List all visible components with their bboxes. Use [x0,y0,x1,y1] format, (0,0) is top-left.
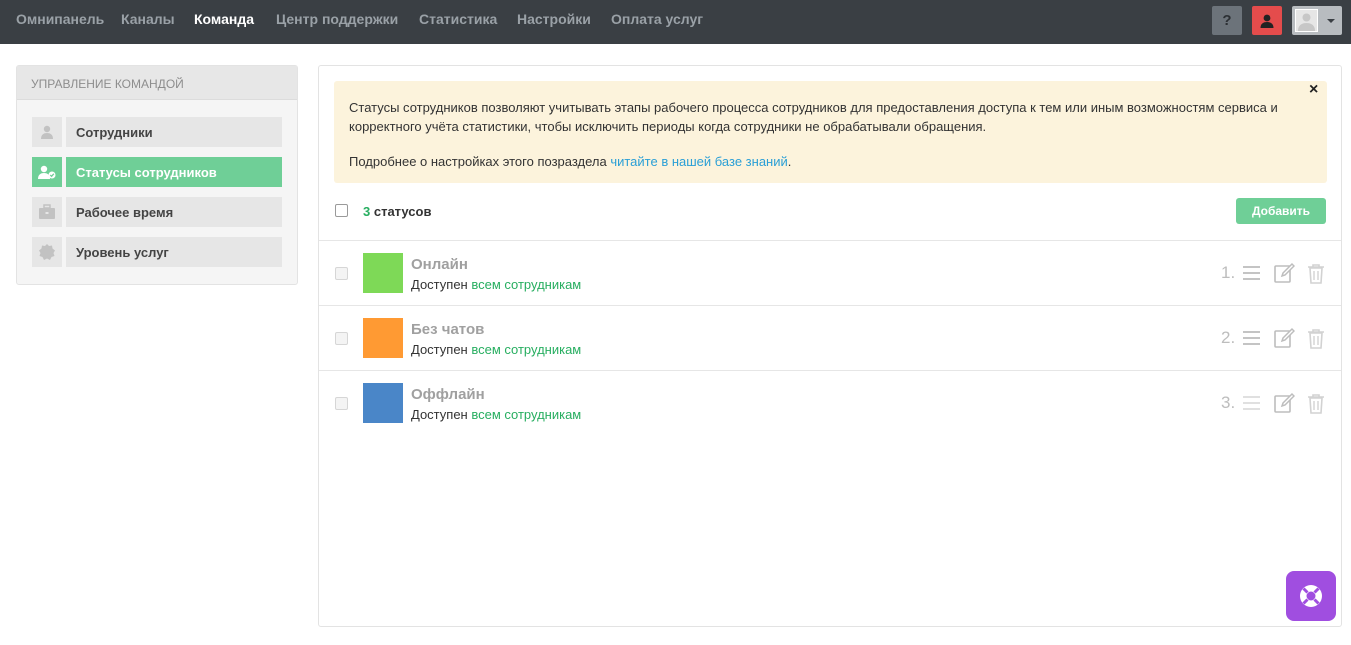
help-button[interactable]: ? [1212,6,1242,35]
row-checkbox[interactable] [335,267,348,280]
sidebar-item-label: Сотрудники [66,117,282,147]
status-name: Онлайн [411,256,468,273]
trash-icon[interactable] [1305,392,1327,414]
availability-prefix: Доступен [411,342,472,357]
nav-team[interactable]: Команда [194,11,254,27]
add-button[interactable]: Добавить [1236,198,1326,224]
nav-billing[interactable]: Оплата услуг [611,11,703,27]
trash-icon[interactable] [1305,327,1327,349]
edit-icon[interactable] [1273,392,1295,414]
user-status-icon [32,157,62,187]
drag-handle-icon[interactable] [1241,327,1263,349]
status-color-swatch [363,383,403,423]
chevron-down-icon [1327,19,1335,23]
drag-handle-icon[interactable] [1241,262,1263,284]
nav-omnipanel[interactable]: Омнипанель [16,11,104,27]
edit-icon[interactable] [1273,262,1295,284]
status-availability: Доступен всем сотрудникам [411,407,581,422]
status-availability: Доступен всем сотрудникам [411,277,581,292]
sidebar-title: Управление командой [17,66,297,100]
availability-link[interactable]: всем сотрудникам [471,407,581,422]
sidebar-item-working-hours[interactable]: Рабочее время [32,197,283,227]
team-management-sidebar: Управление командой Сотрудники Статусы с… [16,65,298,285]
lifebuoy-icon [1300,585,1322,607]
availability-link[interactable]: всем сотрудникам [471,277,581,292]
select-all-checkbox[interactable] [335,204,348,217]
help-label: ? [1222,12,1232,29]
support-chat-button[interactable] [1286,571,1336,621]
notice-more-prefix: Подробнее о настройках этого позраздела [349,154,611,169]
status-count: 3 статусов [363,204,431,219]
list-item: Онлайн Доступен всем сотрудникам 1. [319,241,1341,305]
sidebar-item-label: Уровень услуг [66,237,282,267]
close-icon[interactable]: × [1309,81,1318,99]
nav-support-center[interactable]: Центр поддержки [276,11,398,27]
status-color-swatch [363,253,403,293]
nav-statistics[interactable]: Статистика [419,11,497,27]
row-checkbox[interactable] [335,332,348,345]
user-status-button[interactable] [1252,6,1282,35]
sidebar-item-service-level[interactable]: Уровень услуг [32,237,283,267]
nav-settings[interactable]: Настройки [517,11,591,27]
user-icon [1260,14,1274,28]
statuses-panel: Статусы сотрудников позволяют учитывать … [318,65,1342,627]
nav-channels[interactable]: Каналы [121,11,175,27]
top-navbar: Омнипанель Каналы Команда Центр поддержк… [0,0,1351,44]
status-color-swatch [363,318,403,358]
knowledge-base-link[interactable]: читайте в нашей базе знаний [610,154,787,169]
list-item: Без чатов Доступен всем сотрудникам 2. [319,306,1341,370]
availability-prefix: Доступен [411,277,472,292]
user-icon [32,117,62,147]
briefcase-icon [32,197,62,227]
sidebar-item-label: Статусы сотрудников [66,157,282,187]
notice-text: Статусы сотрудников позволяют учитывать … [349,100,1278,134]
profile-menu-button[interactable] [1292,6,1342,35]
notice-more-suffix: . [787,154,792,169]
availability-link[interactable]: всем сотрудникам [471,342,581,357]
sidebar-item-employee-statuses[interactable]: Статусы сотрудников [32,157,283,187]
sidebar-item-label: Рабочее время [66,197,282,227]
drag-handle-icon[interactable] [1241,392,1263,414]
status-name: Без чатов [411,321,485,338]
avatar [1295,9,1318,32]
edit-icon[interactable] [1273,327,1295,349]
notice-more: Подробнее о настройках этого позраздела … [349,152,1312,171]
info-notice: Статусы сотрудников позволяют учитывать … [334,81,1327,183]
status-availability: Доступен всем сотрудникам [411,342,581,357]
row-checkbox[interactable] [335,397,348,410]
trash-icon[interactable] [1305,262,1327,284]
sidebar-item-employees[interactable]: Сотрудники [32,117,283,147]
list-item: Оффлайн Доступен всем сотрудникам 3. [319,371,1341,435]
status-name: Оффлайн [411,386,485,403]
avatar-icon [1298,13,1315,31]
status-order-number: 2. [1221,328,1236,347]
status-count-label: статусов [370,204,432,219]
status-order-number: 3. [1221,393,1236,412]
badge-icon [32,237,62,267]
availability-prefix: Доступен [411,407,472,422]
status-order-number: 1. [1221,263,1236,282]
